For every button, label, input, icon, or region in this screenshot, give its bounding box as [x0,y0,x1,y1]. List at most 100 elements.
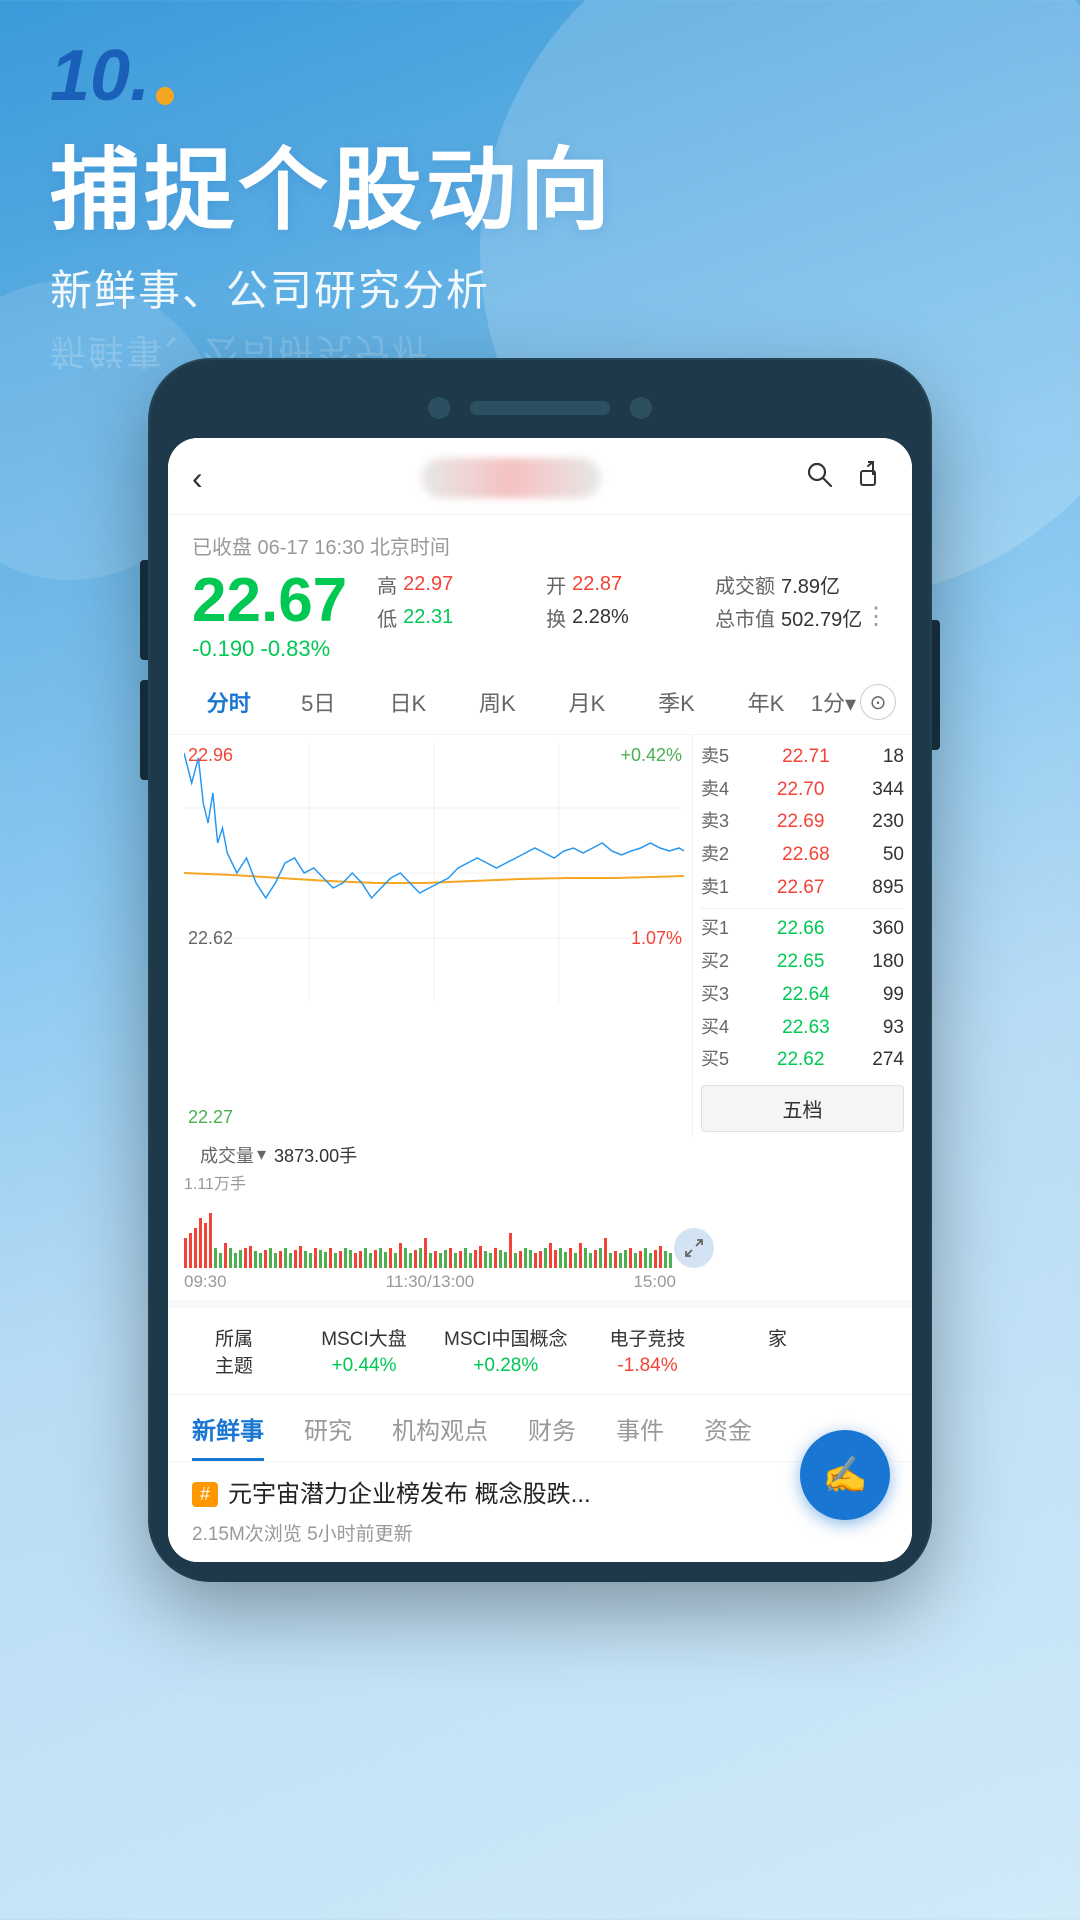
ob-divider [701,908,904,909]
chart-mid-price: 22.62 [188,928,233,949]
sub-title: 新鲜事、公司研究分析 [50,257,1030,318]
time-end: 15:00 [633,1272,676,1292]
ob-buy-5: 买5 22.62 274 [701,1044,904,1077]
amount-detail: 成交额 7.89亿 [715,570,864,599]
app-logo: 10. [50,40,1030,112]
mktcap-label: 总市值 [715,603,775,632]
camera-icon-right [630,397,652,419]
volume-sub-value: 1.11万手 [184,1170,674,1194]
tab-jik[interactable]: 季K [632,682,722,722]
app-bar: ‹ [168,438,912,515]
blurred-stock-name [421,458,601,498]
time-mid: 11:30/13:00 [386,1272,475,1292]
ob-sell-1: 卖1 22.67 895 [701,872,904,905]
speaker [470,401,610,415]
market-status: 已收盘 06-17 16:30 北京时间 [192,531,888,560]
ob-buy-2: 买2 22.65 180 [701,946,904,979]
low-label: 低 [377,603,397,632]
turnover-label: 换 [546,603,566,632]
more-options-button[interactable]: ⋮ [864,602,888,631]
news-meta: 2.15M次浏览 5小时前更新 [192,1519,888,1546]
ob-sell-3: 卖3 22.69 230 [701,806,904,839]
volume-info: 成交量▾ 3873.00手 [200,1142,357,1168]
tab-niank[interactable]: 年K [721,682,811,722]
low-value: 22.31 [403,606,453,629]
logo-dot [156,87,174,105]
time-start: 09:30 [184,1272,227,1292]
tab-rik[interactable]: 日K [363,682,453,722]
write-icon: ✍ [823,1454,868,1496]
chart-top-price: 22.96 [188,745,233,766]
ob-sell-2: 卖2 22.68 50 [701,839,904,872]
volume-dropdown[interactable]: 成交量▾ [200,1142,266,1168]
open-label: 开 [546,570,566,599]
tab-1min[interactable]: 1分▾ [811,686,856,718]
amount-value: 7.89亿 [781,570,840,599]
app-bar-title-area [219,458,804,498]
tab-yanjiu[interactable]: 研究 [304,1411,352,1461]
price-chart: 22.96 +0.42% 22.62 1.07% 22.27 [168,735,692,1138]
chart-tabs: 分时 5日 日K 周K 月K 季K 年K 1分▾ ⊙ [168,670,912,735]
camera-icon [428,397,450,419]
news-tag-row: # 元宇宙潜力企业榜发布 概念股跌... [192,1478,888,1512]
chart-bot-price: 22.27 [188,1107,233,1128]
search-button[interactable] [804,459,834,497]
theme-msci-dapan[interactable]: MSCI大盘 +0.44% [314,1324,414,1378]
chart-expand-button[interactable] [674,1228,714,1268]
ob-sell-5: 卖5 22.71 18 [701,741,904,774]
tab-caiwu[interactable]: 财务 [528,1411,576,1461]
chart-scope-button[interactable]: ⊙ [860,684,896,720]
tab-5ri[interactable]: 5日 [274,682,364,722]
theme-esports[interactable]: 电子竞技 -1.84% [598,1324,698,1378]
themes-strip: 所属主题 MSCI大盘 +0.44% MSCI中国概念 +0.28% 电子竞技 … [168,1300,912,1394]
back-button[interactable]: ‹ [192,460,203,497]
open-value: 22.87 [572,573,622,596]
price-line-chart [184,743,684,1003]
tab-fenshi[interactable]: 分时 [184,682,274,722]
tab-shijian[interactable]: 事件 [616,1411,664,1461]
ob-sell-4: 卖4 22.70 344 [701,774,904,807]
amount-label: 成交额 [715,570,775,599]
tab-zhouk[interactable]: 周K [453,682,543,722]
open-detail: 开 22.87 [546,570,695,599]
order-book: 卖5 22.71 18 卖4 22.70 344 卖3 22.69 230 [692,735,912,1138]
header-area: 10. 捕捉个股动向 新鲜事、公司研究分析 新鲜事、公司研究分析 [0,0,1080,380]
volume-label: 成交量 [200,1142,254,1168]
volume-value: 3873.00手 [274,1142,357,1168]
turnover-value: 2.28% [572,606,629,629]
app-bar-icons [804,459,888,497]
main-price: 22.67 [192,570,347,632]
ob-buy-3: 买3 22.64 99 [701,979,904,1012]
logo-number: 10. [50,40,150,112]
mktcap-detail: 总市值 502.79亿 [715,603,864,632]
tab-jigou[interactable]: 机构观点 [392,1411,488,1461]
stock-info: 已收盘 06-17 16:30 北京时间 22.67 -0.190 -0.83%… [168,515,912,670]
ob-buy-1: 买1 22.66 360 [701,913,904,946]
news-tabs: 新鲜事 研究 机构观点 财务 事件 资金 [168,1394,912,1461]
share-button[interactable] [858,459,888,497]
tab-xinxianshi[interactable]: 新鲜事 [192,1411,264,1461]
theme-suoshu[interactable]: 所属主题 [184,1324,284,1378]
chart-mid-pct: 1.07% [631,928,682,949]
high-label: 高 [377,570,397,599]
phone-outer: ‹ [150,360,930,1580]
tab-yuek[interactable]: 月K [542,682,632,722]
low-detail: 低 22.31 [377,603,526,632]
main-title: 捕捉个股动向 [50,142,1030,241]
tab-zijin[interactable]: 资金 [704,1411,752,1461]
high-value: 22.97 [403,573,453,596]
mktcap-value: 502.79亿 [781,603,862,632]
theme-msci-china[interactable]: MSCI中国概念 +0.28% [444,1324,568,1378]
volume-bars-chart [184,1198,674,1268]
five-tier-button[interactable]: 五档 [701,1085,904,1132]
theme-more[interactable]: 家 [728,1324,828,1378]
phone-notch [168,378,912,438]
chart-orderbook-area: 22.96 +0.42% 22.62 1.07% 22.27 [168,735,912,1138]
fab-write-button[interactable]: ✍ [800,1430,890,1520]
price-details-grid: 高 22.97 开 22.87 成交额 7.89亿 低 [377,570,864,632]
main-price-col: 22.67 -0.190 -0.83% [192,570,347,662]
price-change: -0.190 -0.83% [192,636,347,662]
time-axis: 09:30 11:30/13:00 15:00 [168,1268,692,1300]
chart-top-pct: +0.42% [620,745,682,766]
turnover-detail: 换 2.28% [546,603,695,632]
